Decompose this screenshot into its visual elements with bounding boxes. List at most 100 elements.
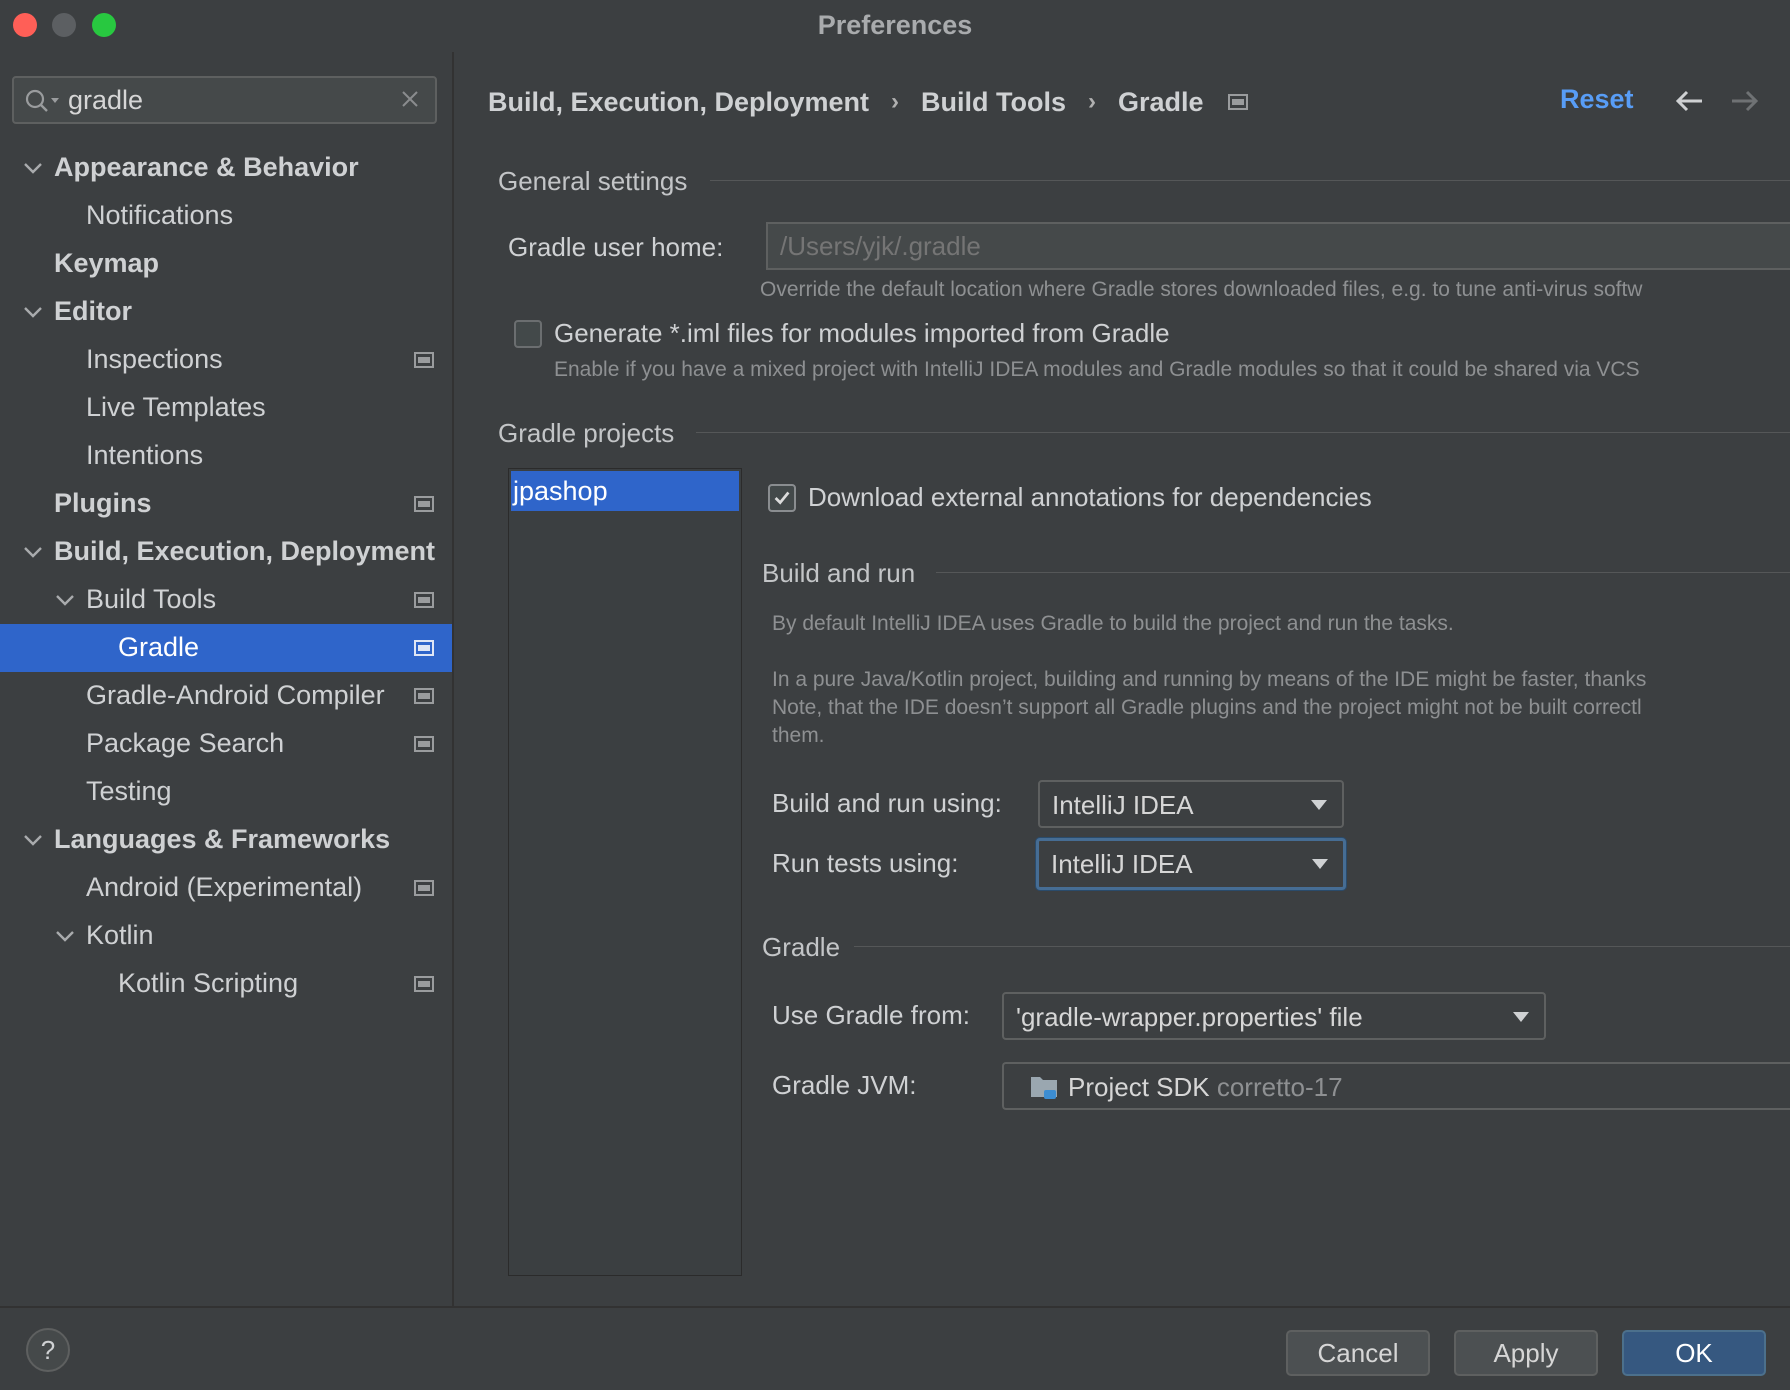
chevron-down-icon	[1311, 800, 1327, 810]
gradle-section-title: Gradle	[762, 932, 841, 962]
chevron-down-icon[interactable]	[22, 302, 44, 322]
build-run-using-value: IntelliJ IDEA	[1052, 790, 1194, 820]
build-run-using-dropdown[interactable]: IntelliJ IDEA	[1038, 780, 1344, 828]
sidebar-item-build-execution-deployment[interactable]: Build, Execution, Deployment	[0, 528, 452, 576]
sidebar-item-keymap[interactable]: Keymap	[0, 240, 452, 288]
title-bar: Preferences	[0, 0, 1790, 52]
chevron-down-icon[interactable]	[22, 830, 44, 850]
chevron-down-icon	[1513, 1012, 1529, 1022]
sidebar-item-kotlin[interactable]: Kotlin	[0, 912, 452, 960]
gradle-user-home-input[interactable]	[768, 224, 1790, 268]
sidebar-item-label: Android (Experimental)	[86, 872, 363, 902]
sidebar-item-testing[interactable]: Testing	[0, 768, 452, 816]
gradle-user-home-field[interactable]	[766, 222, 1790, 270]
settings-sidebar: Appearance & Behavior Notifications Keymap…	[0, 52, 454, 1306]
project-level-icon	[414, 640, 434, 656]
breadcrumb-item-build-tools[interactable]: Build Tools	[921, 87, 1066, 118]
section-divider	[710, 180, 1790, 181]
sidebar-item-live-templates[interactable]: Live Templates	[0, 384, 452, 432]
arrow-left-icon[interactable]	[1674, 88, 1706, 114]
sidebar-item-label: Build, Execution, Deployment	[54, 536, 436, 566]
build-and-run-title: Build and run	[762, 558, 916, 588]
sidebar-item-android-experimental[interactable]: Android (Experimental)	[0, 864, 452, 912]
settings-search[interactable]	[12, 76, 437, 124]
project-level-icon	[414, 496, 434, 512]
help-button[interactable]: ?	[26, 1328, 70, 1372]
run-tests-using-dropdown[interactable]: IntelliJ IDEA	[1036, 838, 1346, 890]
breadcrumb-item-build-execution[interactable]: Build, Execution, Deployment	[488, 87, 869, 118]
sidebar-item-languages-frameworks[interactable]: Languages & Frameworks	[0, 816, 452, 864]
download-annotations-checkbox[interactable]	[768, 484, 796, 512]
build-run-note-line-1: In a pure Java/Kotlin project, building …	[772, 668, 1647, 691]
chevron-down-icon[interactable]	[22, 158, 44, 178]
apply-button[interactable]: Apply	[1454, 1330, 1598, 1376]
sidebar-item-label: Languages & Frameworks	[54, 824, 391, 854]
sidebar-item-plugins[interactable]: Plugins	[0, 480, 452, 528]
gradle-projects-title: Gradle projects	[498, 418, 675, 448]
window-title: Preferences	[817, 10, 973, 40]
sidebar-item-intentions[interactable]: Intentions	[0, 432, 452, 480]
generate-iml-hint: Enable if you have a mixed project with …	[554, 358, 1640, 381]
run-tests-using-label: Run tests using:	[772, 848, 959, 878]
gradle-user-home-label: Gradle user home:	[508, 232, 724, 262]
sidebar-item-inspections[interactable]: Inspections	[0, 336, 452, 384]
build-run-using-label: Build and run using:	[772, 788, 1002, 818]
use-gradle-from-value: 'gradle-wrapper.properties' file	[1016, 1002, 1363, 1032]
build-run-note-line-3: them.	[772, 724, 825, 747]
reset-button[interactable]: Reset	[1560, 84, 1634, 115]
gradle-projects-list: jpashop	[508, 468, 742, 1276]
download-annotations-label: Download external annotations for depend…	[808, 482, 1372, 512]
gradle-user-home-hint: Override the default location where Grad…	[760, 278, 1643, 301]
sidebar-item-kotlin-scripting[interactable]: Kotlin Scripting	[0, 960, 452, 1008]
sidebar-item-editor[interactable]: Editor	[0, 288, 452, 336]
chevron-down-icon[interactable]	[22, 542, 44, 562]
dialog-footer: ? Cancel Apply OK	[0, 1306, 1790, 1390]
sidebar-item-label: Intentions	[86, 440, 204, 470]
sidebar-item-label: Build Tools	[86, 584, 217, 614]
breadcrumb-separator: ›	[1088, 88, 1097, 115]
use-gradle-from-dropdown[interactable]: 'gradle-wrapper.properties' file	[1002, 992, 1546, 1040]
gradle-jvm-label: Gradle JVM:	[772, 1070, 917, 1100]
settings-content: Build, Execution, Deployment › Build Too…	[456, 52, 1790, 1306]
chevron-down-icon	[1312, 859, 1328, 869]
sidebar-item-label: Live Templates	[86, 392, 266, 422]
sidebar-item-label: Editor	[54, 296, 132, 326]
sidebar-item-label: Kotlin	[86, 920, 154, 950]
settings-tree: Appearance & Behavior Notifications Keymap…	[0, 144, 452, 1008]
sidebar-item-gradle-android-compiler[interactable]: Gradle-Android Compiler	[0, 672, 452, 720]
sidebar-item-gradle[interactable]: Gradle	[0, 624, 452, 672]
sidebar-item-notifications[interactable]: Notifications	[0, 192, 452, 240]
search-icon	[25, 89, 59, 112]
section-divider	[854, 946, 1790, 947]
sidebar-item-label: Package Search	[86, 728, 285, 758]
general-settings-title: General settings	[498, 166, 688, 196]
run-tests-using-value: IntelliJ IDEA	[1051, 849, 1193, 879]
section-divider	[936, 572, 1790, 573]
sidebar-item-package-search[interactable]: Package Search	[0, 720, 452, 768]
generate-iml-checkbox[interactable]	[514, 320, 542, 348]
project-level-icon	[414, 880, 434, 896]
ok-button[interactable]: OK	[1622, 1330, 1766, 1376]
sidebar-item-label: Gradle	[118, 632, 200, 662]
sidebar-item-build-tools[interactable]: Build Tools	[0, 576, 452, 624]
clear-search-icon[interactable]	[399, 88, 421, 110]
gradle-jvm-dropdown[interactable]: Project SDK corretto-17	[1002, 1062, 1790, 1110]
project-level-icon	[1227, 94, 1248, 110]
sidebar-item-label: Appearance & Behavior	[54, 152, 359, 182]
project-item-jpashop[interactable]: jpashop	[511, 471, 739, 511]
use-gradle-from-label: Use Gradle from:	[772, 1000, 970, 1030]
section-divider	[696, 432, 1790, 433]
build-run-note-line-2: Note, that the IDE doesn’t support all G…	[772, 696, 1642, 719]
chevron-down-icon[interactable]	[54, 590, 76, 610]
search-input[interactable]	[68, 84, 388, 116]
sidebar-item-appearance-behavior[interactable]: Appearance & Behavior	[0, 144, 452, 192]
cancel-button[interactable]: Cancel	[1286, 1330, 1430, 1376]
sidebar-item-label: Kotlin Scripting	[118, 968, 299, 998]
arrow-right-icon[interactable]	[1728, 88, 1760, 114]
project-level-icon	[414, 592, 434, 608]
build-run-description: By default IntelliJ IDEA uses Gradle to …	[772, 612, 1454, 635]
checkmark-icon	[774, 491, 790, 505]
chevron-down-icon[interactable]	[54, 926, 76, 946]
project-level-icon	[414, 976, 434, 992]
sidebar-item-label: Notifications	[86, 200, 234, 230]
